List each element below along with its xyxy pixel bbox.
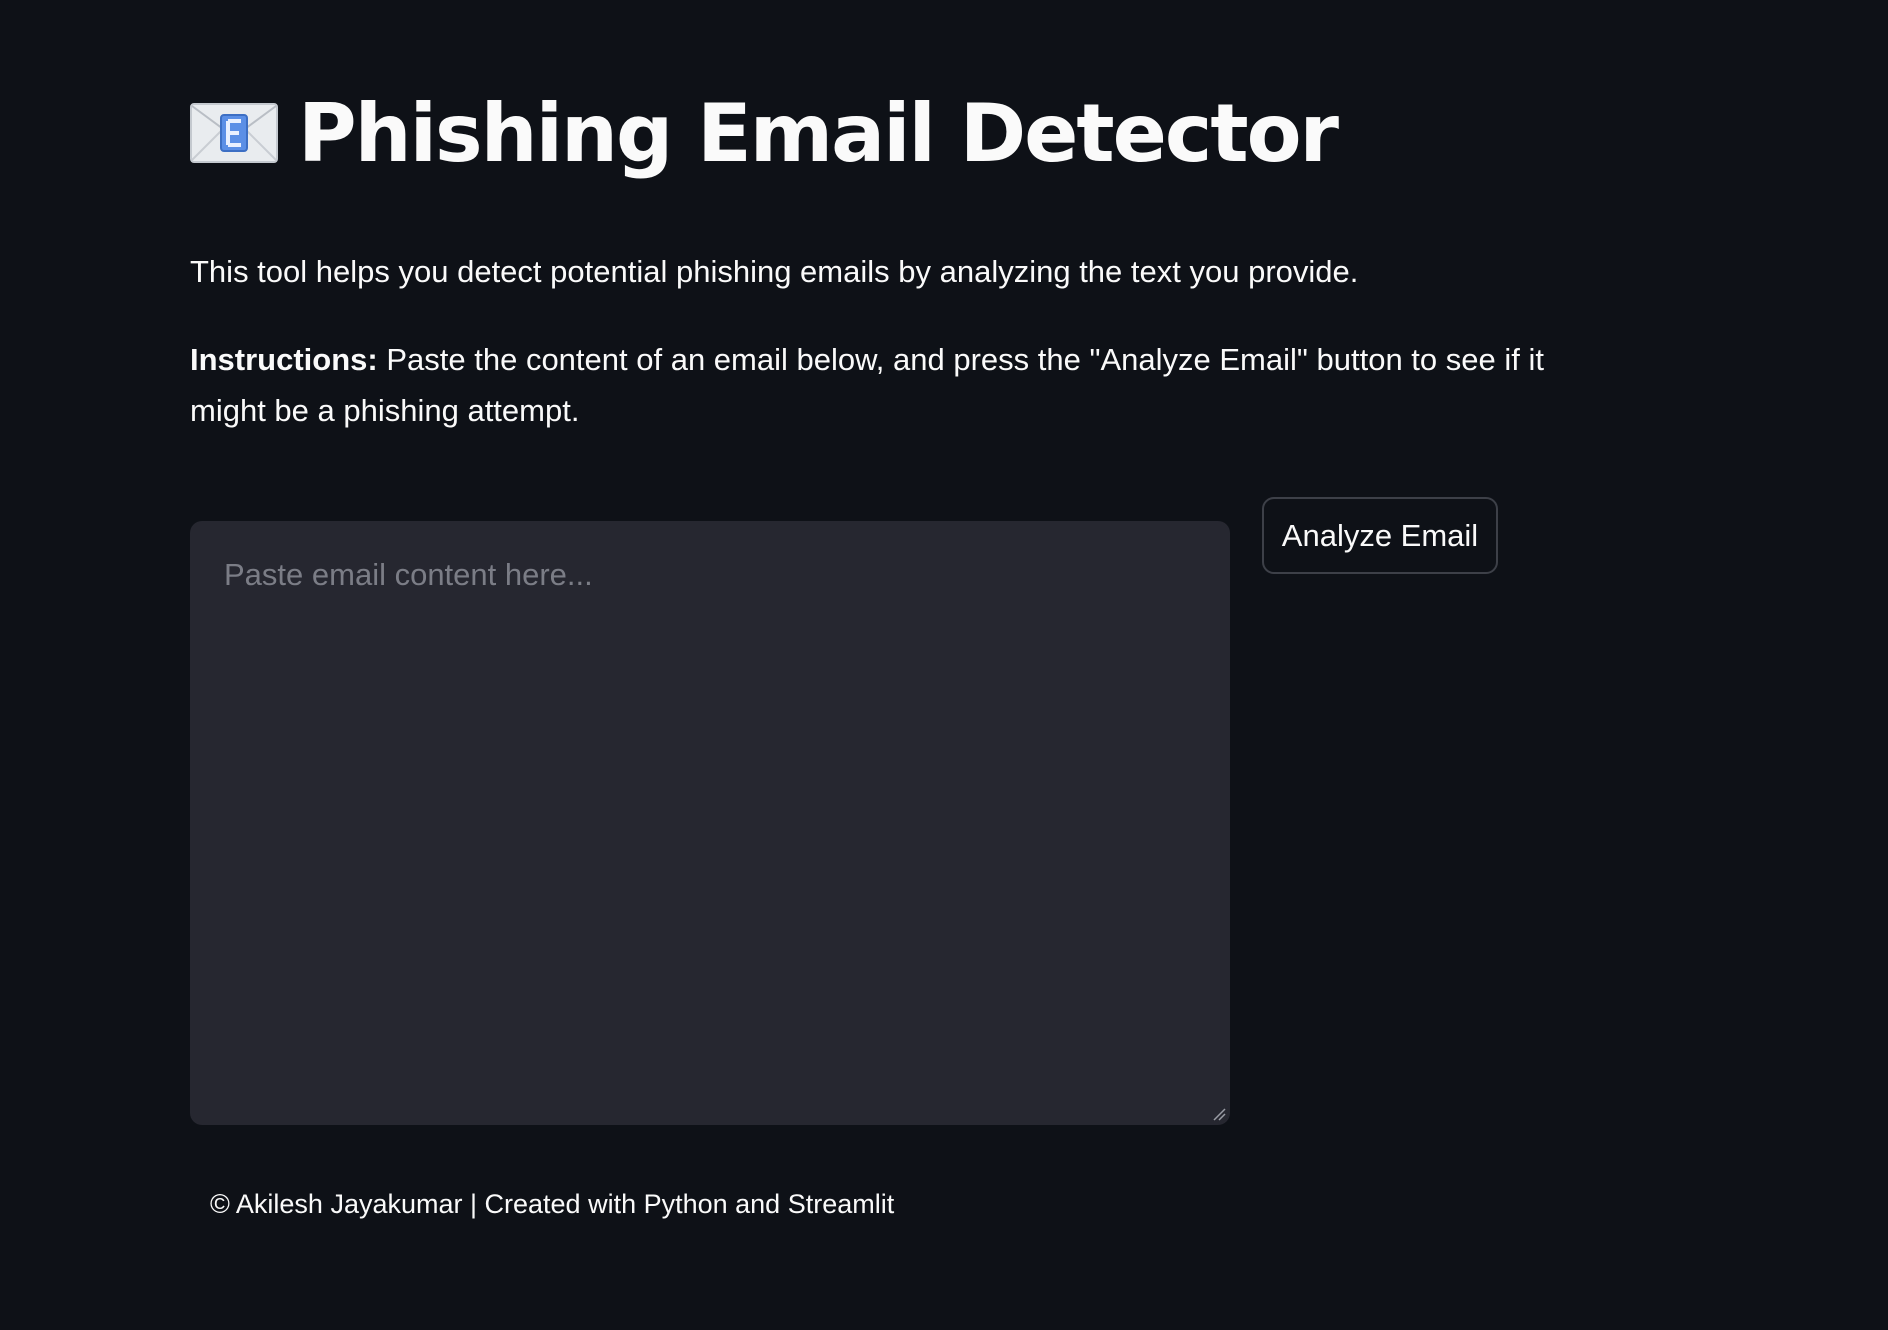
app-page: Phishing Email Detector This tool helps … xyxy=(0,0,1888,1330)
page-title: Phishing Email Detector xyxy=(298,86,1339,180)
instructions-text: Instructions: Paste the content of an em… xyxy=(190,334,1590,436)
resize-handle-icon[interactable] xyxy=(1212,1107,1226,1121)
envelope-e-icon xyxy=(190,103,278,163)
instructions-label: Instructions: xyxy=(190,342,378,377)
email-content-box xyxy=(190,521,1230,1125)
email-content-input[interactable] xyxy=(190,521,1230,1125)
title-row: Phishing Email Detector xyxy=(190,78,1339,188)
intro-text: This tool helps you detect potential phi… xyxy=(190,254,1359,289)
analyze-email-button[interactable]: Analyze Email xyxy=(1262,497,1498,574)
instructions-body: Paste the content of an email below, and… xyxy=(190,342,1544,428)
footer-credit: © Akilesh Jayakumar | Created with Pytho… xyxy=(210,1189,895,1219)
